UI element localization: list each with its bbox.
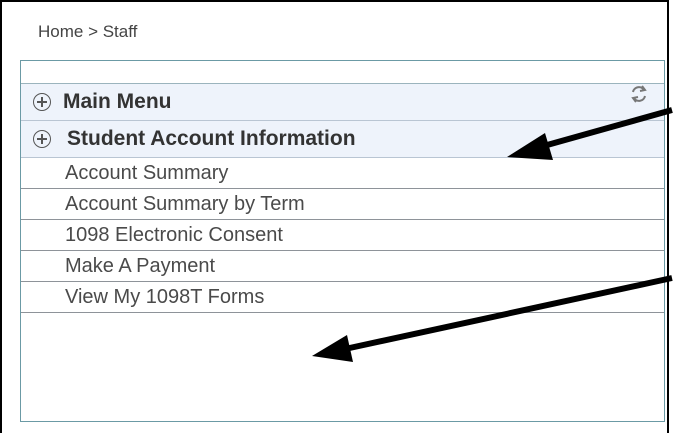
frame-border-right — [667, 0, 669, 433]
menu-item-label: Account Summary — [65, 161, 229, 184]
menu-item-account-summary-by-term[interactable]: Account Summary by Term — [21, 189, 664, 220]
menu-item-label: Make A Payment — [65, 254, 216, 277]
account-menu-panel: Main Menu Student Account Information Ac… — [20, 60, 665, 422]
menu-item-label: Account Summary by Term — [65, 192, 305, 215]
main-menu-label: Main Menu — [63, 90, 172, 113]
menu-item-view-1098t-forms[interactable]: View My 1098T Forms — [21, 282, 664, 313]
frame-border-left — [0, 0, 2, 433]
menu-item-make-a-payment[interactable]: Make A Payment — [21, 251, 664, 282]
plus-circle-icon[interactable] — [33, 93, 51, 111]
menu-item-account-summary[interactable]: Account Summary — [21, 158, 664, 189]
student-account-label: Student Account Information — [67, 127, 356, 150]
frame-border-top — [0, 0, 669, 2]
menu-item-1098-consent[interactable]: 1098 Electronic Consent — [21, 220, 664, 251]
refresh-icon[interactable] — [628, 83, 650, 105]
main-menu-header[interactable]: Main Menu — [21, 84, 664, 121]
breadcrumb[interactable]: Home > Staff — [38, 22, 137, 42]
menu-item-label: View My 1098T Forms — [65, 285, 265, 308]
menu-item-label: 1098 Electronic Consent — [65, 223, 283, 246]
panel-topbar — [21, 61, 664, 84]
student-account-header[interactable]: Student Account Information — [21, 121, 664, 158]
plus-circle-icon[interactable] — [33, 130, 51, 148]
